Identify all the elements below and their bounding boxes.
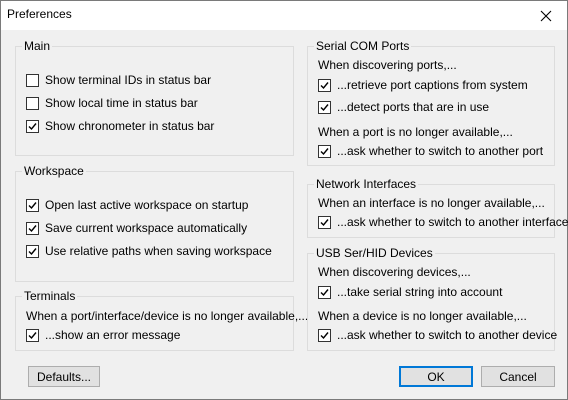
checkbox-label: ...show an error message — [45, 328, 181, 342]
checkbox-detect-ports[interactable]: ...detect ports that are in use — [318, 100, 489, 114]
checkbox-box[interactable] — [318, 285, 331, 299]
checkbox-box[interactable] — [26, 119, 39, 133]
workspace-legend: Workspace — [22, 164, 86, 178]
checkbox-switch-port[interactable]: ...ask whether to switch to another port — [318, 144, 543, 158]
title-bar: Preferences — [1, 1, 567, 30]
check-icon — [320, 81, 329, 89]
checkbox-show-local-time[interactable]: Show local time in status bar — [26, 96, 198, 110]
checkbox-label: ...take serial string into account — [337, 285, 503, 299]
checkbox-box[interactable] — [26, 244, 39, 258]
checkbox-relative-paths[interactable]: Use relative paths when saving workspace — [26, 244, 272, 258]
checkbox-label: Save current workspace automatically — [45, 221, 248, 235]
check-icon — [28, 201, 37, 209]
usb-legend: USB Ser/HID Devices — [314, 246, 435, 260]
terminals-legend: Terminals — [22, 289, 78, 303]
preferences-dialog: Preferences Main Show terminal IDs in st… — [0, 0, 568, 400]
terminals-description: When a port/interface/device is no longe… — [26, 309, 309, 323]
checkbox-label: Open last active workspace on startup — [45, 198, 249, 212]
ok-button[interactable]: OK — [399, 366, 473, 387]
checkbox-label: ...retrieve port captions from system — [337, 78, 528, 92]
check-icon — [28, 331, 37, 339]
checkbox-box[interactable] — [26, 198, 39, 212]
network-group: Network Interfaces When an interface is … — [307, 177, 568, 238]
check-icon — [320, 147, 329, 155]
usb-group: USB Ser/HID Devices When discovering dev… — [307, 246, 557, 351]
terminals-group: Terminals When a port/interface/device i… — [15, 289, 308, 351]
cancel-button[interactable]: Cancel — [481, 366, 555, 387]
checkbox-box[interactable] — [318, 78, 331, 92]
checkbox-retrieve-captions[interactable]: ...retrieve port captions from system — [318, 78, 528, 92]
network-description: When an interface is no longer available… — [318, 196, 545, 210]
checkbox-label: Show terminal IDs in status bar — [45, 73, 212, 87]
check-icon — [320, 288, 329, 296]
checkbox-save-workspace[interactable]: Save current workspace automatically — [26, 221, 247, 235]
checkbox-box[interactable] — [26, 96, 39, 110]
checkbox-label: ...detect ports that are in use — [337, 100, 490, 114]
checkbox-label: Show local time in status bar — [45, 96, 198, 110]
network-legend: Network Interfaces — [314, 177, 419, 191]
close-button[interactable] — [525, 1, 567, 30]
checkbox-label: ...ask whether to switch to another devi… — [337, 328, 558, 342]
serial-unavailable-text: When a port is no longer available,... — [318, 125, 513, 139]
defaults-button[interactable]: Defaults... — [28, 366, 100, 387]
check-icon — [320, 218, 329, 226]
checkbox-box[interactable] — [26, 73, 39, 87]
check-icon — [320, 103, 329, 111]
serial-group: Serial COM Ports When discovering ports,… — [307, 39, 555, 166]
checkbox-open-last-workspace[interactable]: Open last active workspace on startup — [26, 198, 248, 212]
check-icon — [28, 122, 37, 130]
check-icon — [320, 331, 329, 339]
checkbox-label: Use relative paths when saving workspace — [45, 244, 272, 258]
main-legend: Main — [22, 39, 53, 53]
checkbox-box[interactable] — [318, 328, 331, 342]
checkbox-box[interactable] — [26, 328, 39, 342]
usb-discover-text: When discovering devices,... — [318, 265, 471, 279]
workspace-group: Workspace Open last active workspace on … — [15, 164, 294, 282]
main-group: Main Show terminal IDs in status bar Sho… — [15, 39, 294, 156]
checkbox-serial-string[interactable]: ...take serial string into account — [318, 285, 502, 299]
checkbox-show-terminal-ids[interactable]: Show terminal IDs in status bar — [26, 73, 211, 87]
serial-discover-text: When discovering ports,... — [318, 58, 457, 72]
checkbox-label: Show chronometer in status bar — [45, 119, 215, 133]
checkbox-switch-interface[interactable]: ...ask whether to switch to another inte… — [318, 215, 568, 229]
checkbox-box[interactable] — [318, 100, 331, 114]
check-icon — [28, 224, 37, 232]
serial-legend: Serial COM Ports — [314, 39, 412, 53]
checkbox-box[interactable] — [318, 215, 331, 229]
checkbox-label: ...ask whether to switch to another port — [337, 144, 544, 158]
checkbox-box[interactable] — [318, 144, 331, 158]
checkbox-box[interactable] — [26, 221, 39, 235]
checkbox-show-error[interactable]: ...show an error message — [26, 328, 180, 342]
checkbox-show-chronometer[interactable]: Show chronometer in status bar — [26, 119, 214, 133]
checkbox-switch-device[interactable]: ...ask whether to switch to another devi… — [318, 328, 557, 342]
check-icon — [28, 247, 37, 255]
close-icon — [540, 10, 552, 21]
window-title: Preferences — [7, 7, 72, 21]
usb-unavailable-text: When a device is no longer available,... — [318, 309, 527, 323]
checkbox-label: ...ask whether to switch to another inte… — [337, 215, 568, 229]
